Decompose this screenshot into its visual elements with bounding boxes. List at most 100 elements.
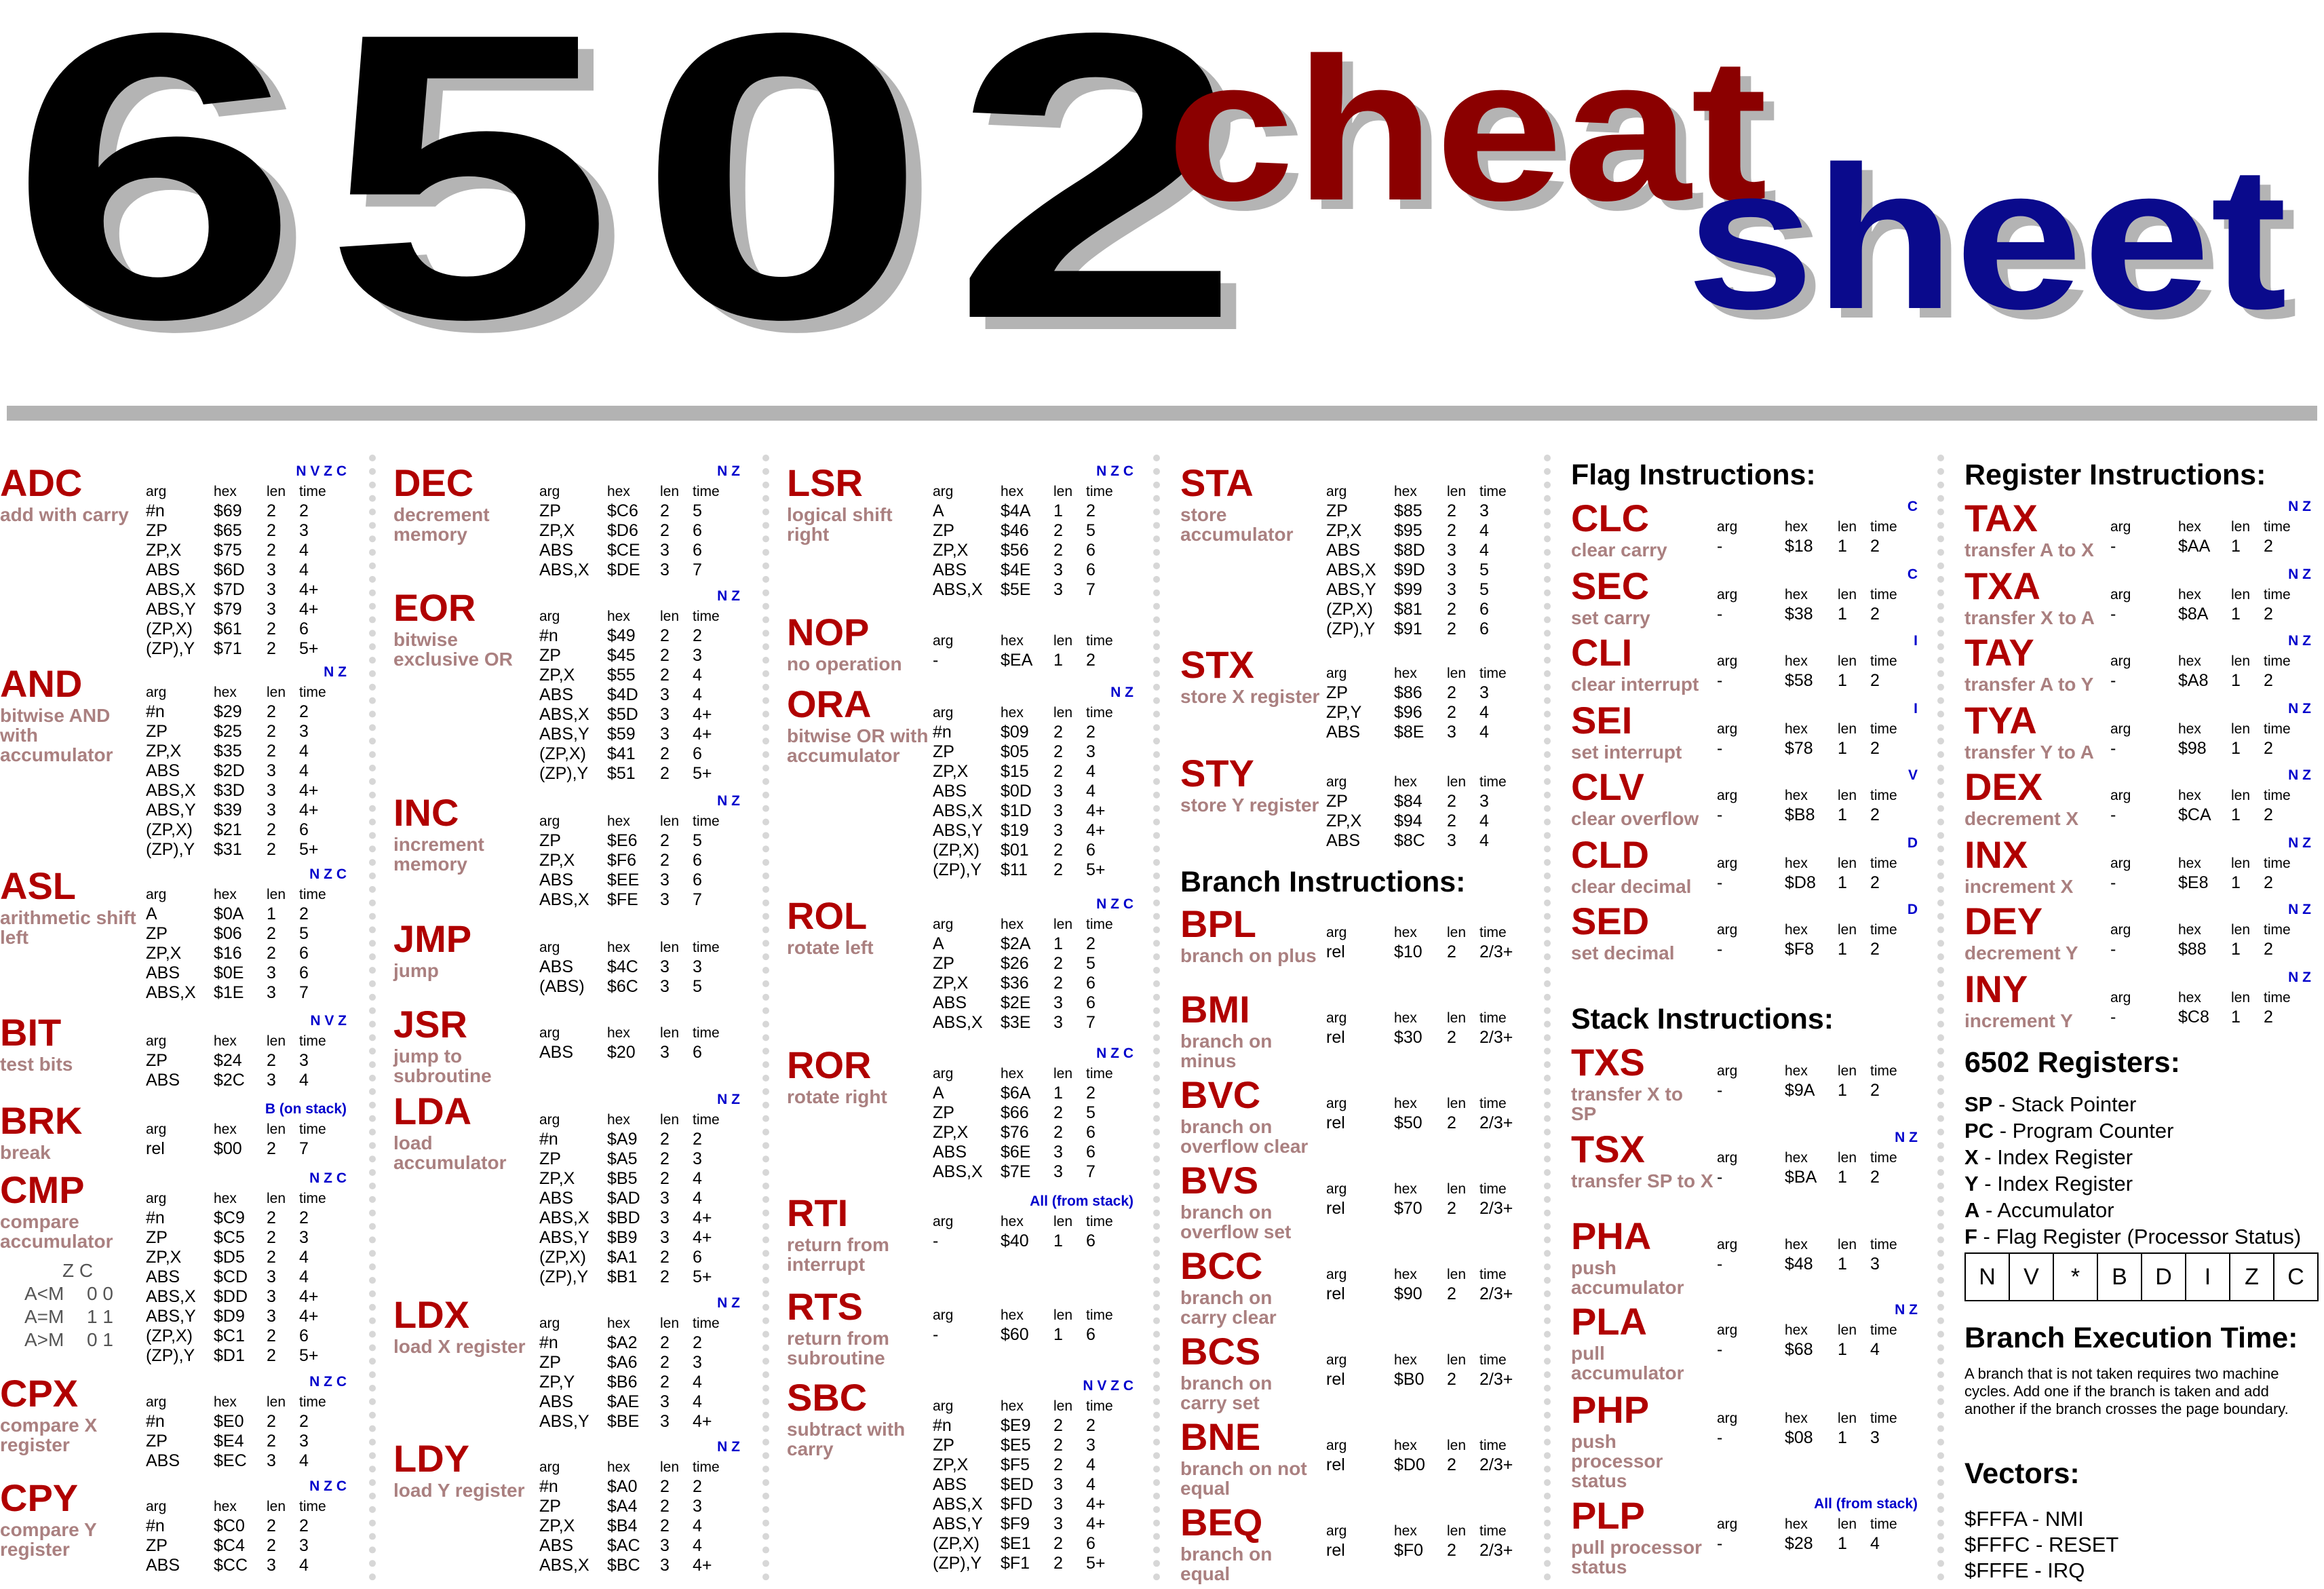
cell-time: 4 (693, 1373, 702, 1392)
cell-arg: - (1717, 1428, 1723, 1447)
cell-time: 4 (299, 541, 309, 560)
header-arg: arg (933, 1307, 954, 1323)
opcode-row: ABS $6E 3 6 (933, 1143, 1134, 1162)
opcode-table-header: arg hex len time (146, 1119, 347, 1139)
cell-time: 4 (1479, 723, 1489, 742)
header-time: time (299, 685, 326, 700)
cell-len: 1 (1838, 1168, 1847, 1187)
cell-len: 3 (1447, 580, 1456, 599)
opcode-row: ABS $AD 3 4 (539, 1189, 740, 1208)
cell-hex: $2E (1001, 993, 1031, 1012)
opcode-table: arg hex len time - $60 1 6 (933, 1305, 1134, 1345)
flag-bit: B (2097, 1254, 2141, 1300)
opcode-table: arg hex len time rel $70 2 2/3+ (1326, 1179, 1527, 1219)
cell-len: 2 (267, 639, 276, 658)
instruction-description: add with carry (0, 504, 129, 525)
opcode-row: (ZP,X) $A1 2 6 (539, 1248, 740, 1267)
cell-hex: $D6 (607, 521, 638, 540)
cell-time: 4+ (693, 1208, 712, 1227)
cell-time: 2 (2264, 940, 2273, 959)
title-6502: 6502 (9, 0, 1266, 404)
header-hex: hex (214, 484, 237, 499)
register-entry: A - Accumulator (1964, 1197, 2301, 1223)
cell-hex: $C9 (214, 1208, 245, 1227)
cell-time: 2 (299, 702, 309, 721)
cell-arg: - (1717, 873, 1723, 892)
cell-len: 1 (1838, 1081, 1847, 1100)
cell-hex: $25 (214, 722, 242, 741)
affected-flags: All (from stack) (1814, 1496, 1918, 1512)
cell-time: 4 (693, 1169, 702, 1188)
header-len: len (660, 1459, 680, 1475)
header-hex: hex (1001, 1307, 1024, 1323)
vector-entry: $FFFE - IRQ (1964, 1558, 2085, 1582)
cell-hex: $A0 (607, 1477, 638, 1496)
opcode-row: #n $E9 2 2 (933, 1416, 1134, 1436)
opcode-row: ZP,X $55 2 4 (539, 666, 740, 685)
mnemonic: CPY (0, 1476, 79, 1519)
header-time: time (1870, 788, 1897, 803)
cell-len: 2 (267, 1412, 276, 1431)
header-hex: hex (1394, 484, 1417, 499)
cell-hex: $59 (607, 725, 636, 744)
cell-time: 4+ (1086, 801, 1106, 820)
cell-hex: $6C (607, 977, 638, 996)
instruction-description: transfer A to Y (1964, 674, 2094, 695)
opcode-row: ZP $A5 2 3 (539, 1149, 740, 1169)
instruction-description: transfer SP to X (1571, 1170, 1713, 1191)
opcode-row: ZP $E4 2 3 (146, 1432, 347, 1451)
cell-arg: ZP (1326, 501, 1348, 520)
cell-time: 4 (693, 1392, 702, 1411)
opcode-row: ZP,X $36 2 6 (933, 974, 1134, 993)
header-arg: arg (146, 484, 167, 499)
cell-time: 2 (1086, 501, 1096, 520)
cell-hex: $E4 (214, 1432, 244, 1451)
header-len: len (1838, 788, 1857, 803)
cell-len: 1 (2231, 605, 2241, 624)
cell-hex: $3D (214, 781, 245, 800)
cell-time: 4+ (299, 600, 319, 619)
opcode-row: ABS,X $FD 3 4+ (933, 1495, 1134, 1514)
opcode-row: ZP,Y $B6 2 4 (539, 1373, 740, 1392)
opcode-row: ZP,X $75 2 4 (146, 541, 347, 560)
cell-hex: $AA (2178, 537, 2211, 556)
cell-time: 2 (693, 1130, 702, 1149)
mnemonic: TAY (1964, 631, 2034, 674)
instruction-description: subtract with carry (787, 1419, 906, 1459)
header-hex: hex (2178, 721, 2201, 737)
cell-hex: $9A (1785, 1081, 1815, 1100)
cell-hex: $C5 (214, 1228, 245, 1247)
opcode-row: ZP,X $16 2 6 (146, 944, 347, 963)
cell-hex: $6D (214, 560, 245, 579)
header-hex: hex (607, 1459, 630, 1475)
cell-time: 3 (299, 1536, 309, 1555)
cell-time: 2 (1870, 605, 1880, 624)
cell-time: 3 (693, 957, 702, 976)
opcode-table: arg hex len time - $68 1 4 (1717, 1320, 1918, 1360)
mnemonic: BVS (1180, 1159, 1259, 1202)
instruction-description: compare Y register (0, 1519, 97, 1560)
opcode-table-header: arg hex len time (146, 482, 347, 501)
cell-len: 2 (1053, 1554, 1063, 1573)
cell-hex: $8E (1394, 723, 1425, 742)
cell-len: 2 (1447, 942, 1456, 961)
cell-hex: $95 (1394, 521, 1422, 540)
cell-arg: ABS (1326, 541, 1361, 560)
cell-len: 1 (2231, 873, 2241, 892)
opcode-row: - $88 1 2 (2110, 940, 2311, 959)
cell-len: 2 (660, 1333, 670, 1352)
cell-arg: - (1717, 1340, 1723, 1359)
cell-hex: $01 (1001, 841, 1029, 860)
cell-hex: $E8 (2178, 873, 2209, 892)
mnemonic: BVC (1180, 1073, 1261, 1116)
opcode-row: ABS,Y $BE 3 4+ (539, 1412, 740, 1432)
cell-arg: ABS (539, 957, 574, 976)
header-time: time (1870, 1411, 1897, 1426)
cell-hex: $50 (1394, 1113, 1422, 1132)
cell-arg: #n (933, 1416, 952, 1435)
cell-hex: $51 (607, 764, 636, 783)
cell-len: 1 (1053, 1084, 1063, 1103)
cell-time: 2 (1870, 671, 1880, 690)
instruction-description: push processor status (1571, 1431, 1663, 1491)
cell-arg: (ZP,X) (146, 619, 193, 638)
